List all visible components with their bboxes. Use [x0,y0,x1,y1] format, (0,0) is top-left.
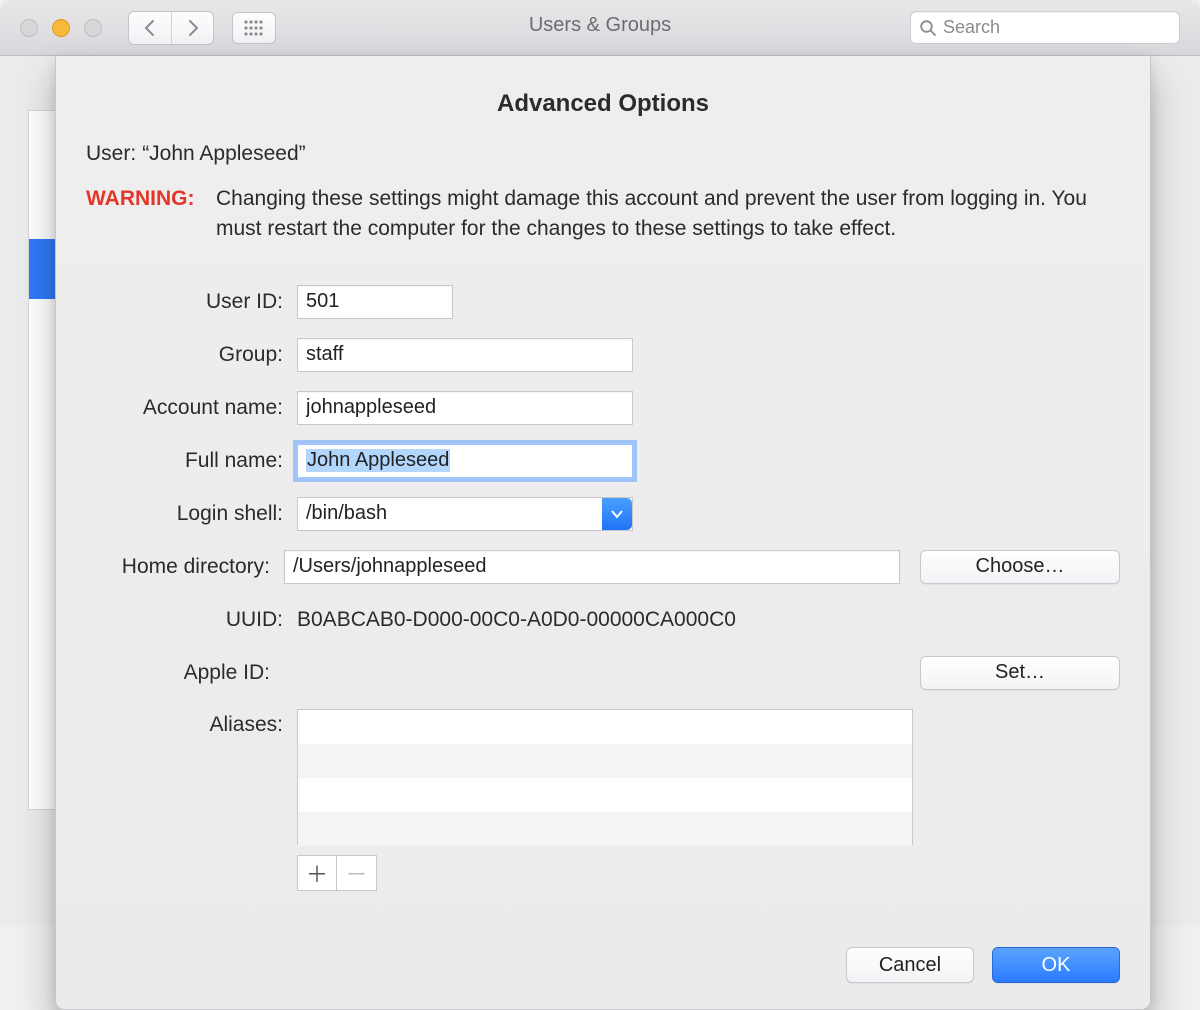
form: User ID: Group: Account name: Full name:… [86,285,1120,891]
login-shell-dropdown-button[interactable] [602,498,632,530]
label-home-dir: Home directory: [86,555,270,579]
login-shell-value: /bin/bash [306,502,387,525]
row-login-shell: Login shell: /bin/bash [86,497,1120,531]
cancel-button[interactable]: Cancel [846,947,974,983]
user-id-field[interactable] [297,285,453,319]
choose-button[interactable]: Choose… [920,550,1120,584]
minimize-window-button[interactable] [52,19,70,37]
label-account-name: Account name: [86,396,283,420]
row-account-name: Account name: [86,391,1120,425]
dialog-buttons: Cancel OK [846,947,1120,983]
row-aliases: Aliases: ＋ － [86,709,1120,891]
warning-text: Changing these settings might damage thi… [216,184,1120,245]
label-group: Group: [86,343,283,367]
search-input[interactable] [943,17,1171,38]
account-name-field[interactable] [297,391,633,425]
label-apple-id: Apple ID: [86,661,270,685]
group-field[interactable] [297,338,633,372]
back-button[interactable] [129,12,171,44]
uuid-value: B0ABCAB0-D000-00C0-A0D0-00000CA000C0 [297,608,736,632]
home-directory-field[interactable] [284,550,900,584]
aliases-row[interactable] [298,744,912,778]
sheet-title: Advanced Options [86,90,1120,118]
close-window-button[interactable] [20,19,38,37]
advanced-options-sheet: Advanced Options User: “John Appleseed” … [55,56,1151,1010]
row-apple-id: Apple ID: Set… [86,656,1120,690]
chevron-down-icon [610,509,624,519]
add-alias-button[interactable]: ＋ [297,855,337,891]
zoom-window-button[interactable] [84,19,102,37]
user-row: User: “John Appleseed” [86,142,1120,166]
set-button[interactable]: Set… [920,656,1120,690]
user-label: User: [86,142,136,166]
chevron-right-icon [186,19,200,37]
row-group: Group: [86,338,1120,372]
chevron-left-icon [143,19,157,37]
full-name-selected-text: John Appleseed [306,449,450,472]
ok-button[interactable]: OK [992,947,1120,983]
warning-label: WARNING: [86,184,216,214]
show-all-button[interactable] [232,12,276,44]
grid-icon [244,20,264,36]
row-uuid: UUID: B0ABCAB0-D000-00C0-A0D0-00000CA000… [86,603,1120,637]
plus-icon: ＋ [306,857,328,889]
label-full-name: Full name: [86,449,283,473]
full-name-field[interactable]: John Appleseed [297,444,633,478]
label-uuid: UUID: [86,608,283,632]
search-field-wrapper[interactable] [910,11,1180,44]
row-home-dir: Home directory: Choose… [86,550,1120,584]
minus-icon: － [345,857,367,889]
aliases-row[interactable] [298,812,912,846]
forward-button[interactable] [171,12,213,44]
nav-segmented-control [128,11,214,45]
label-user-id: User ID: [86,290,283,314]
search-icon [919,19,937,37]
user-value: “John Appleseed” [142,142,305,166]
row-full-name: Full name: John Appleseed [86,444,1120,478]
aliases-row[interactable] [298,710,912,744]
window-titlebar: Users & Groups [0,0,1200,56]
label-aliases: Aliases: [86,709,283,737]
aliases-row[interactable] [298,778,912,812]
row-user-id: User ID: [86,285,1120,319]
login-shell-combobox[interactable]: /bin/bash [297,497,633,531]
aliases-add-remove: ＋ － [297,855,377,891]
remove-alias-button[interactable]: － [337,855,377,891]
aliases-list[interactable] [297,709,913,845]
warning-row: WARNING: Changing these settings might d… [86,184,1120,245]
traffic-lights [0,19,102,37]
label-login-shell: Login shell: [86,502,283,526]
